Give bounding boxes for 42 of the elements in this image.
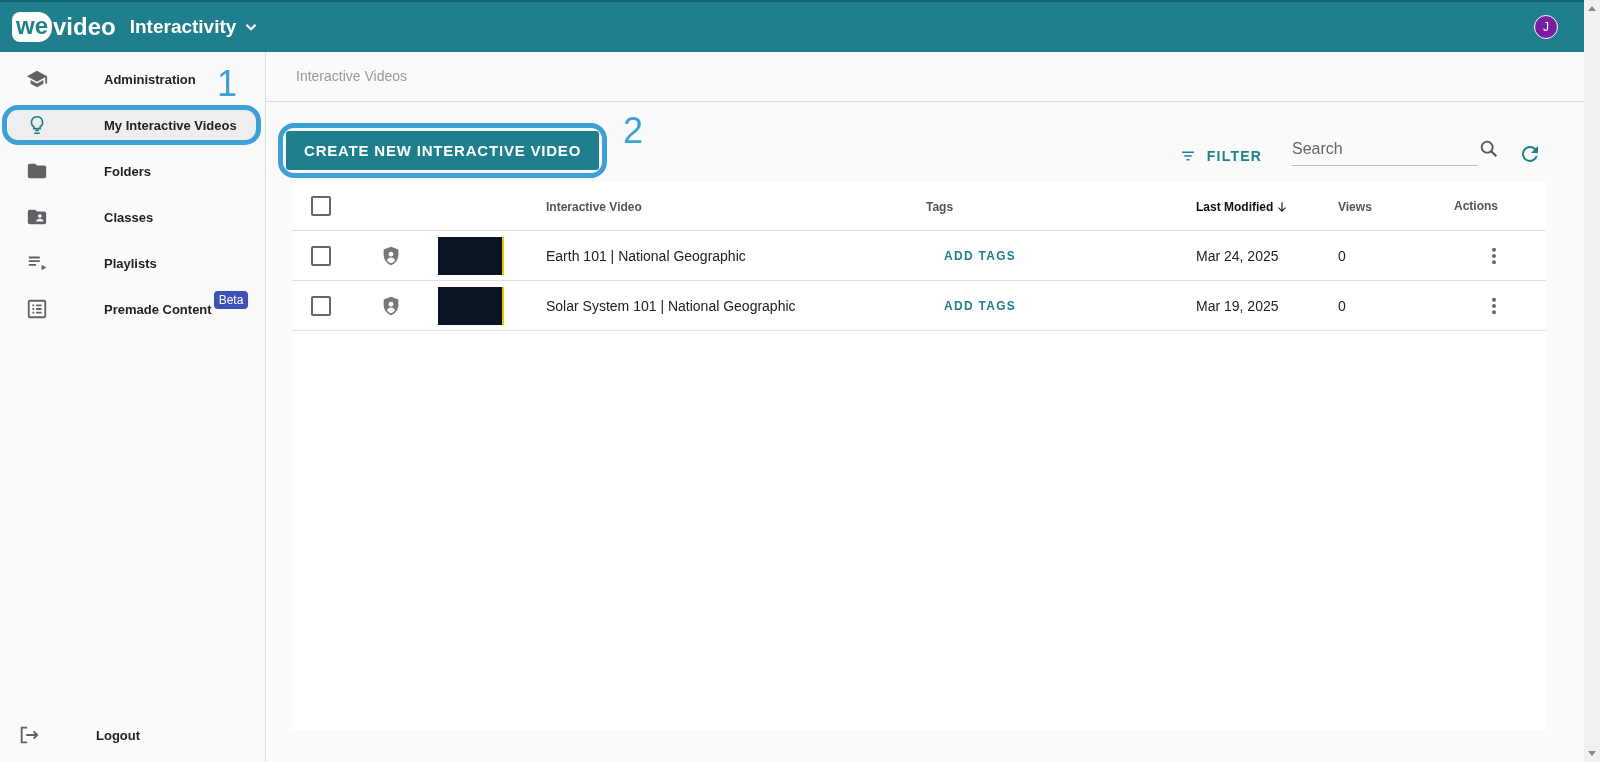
beta-badge: Beta <box>213 291 249 309</box>
video-title[interactable]: Earth 101 | National Geographic <box>546 247 746 264</box>
user-avatar[interactable]: J <box>1534 15 1558 39</box>
callout-number: 2 <box>623 113 644 149</box>
filter-button[interactable]: FILTER <box>1172 146 1268 166</box>
nav-item[interactable]: Classes <box>8 198 162 236</box>
row-checkbox[interactable] <box>311 245 331 266</box>
column-header[interactable]: Views <box>1338 200 1372 214</box>
video-title[interactable]: Solar System 101 | National Geographic <box>546 297 796 314</box>
logout-icon <box>18 724 40 746</box>
modified-date: Mar 19, 2025 <box>1196 297 1279 314</box>
search-icon[interactable] <box>1478 138 1500 160</box>
select-all-checkbox[interactable] <box>311 196 331 216</box>
column-header[interactable]: Last Modified <box>1196 200 1290 214</box>
column-header[interactable]: Tags <box>926 200 954 214</box>
nav-item[interactable]: Premade Content Beta <box>8 290 257 328</box>
graduation-cap-icon <box>26 68 48 90</box>
add-tags-button[interactable]: ADD TAGS <box>940 294 1021 317</box>
nav-item[interactable]: Administration <box>8 60 204 98</box>
list-icon <box>26 298 48 320</box>
add-tags-button[interactable]: ADD TAGS <box>940 244 1021 267</box>
scrollbar[interactable] <box>1584 0 1600 762</box>
logout-item[interactable]: Logout <box>0 716 149 754</box>
column-header[interactable]: Actions <box>1454 199 1498 213</box>
more-options-icon[interactable] <box>1491 296 1497 315</box>
nav-item[interactable]: Folders <box>8 152 159 190</box>
search-field[interactable]: Search <box>1292 132 1478 166</box>
wevideo-logo[interactable]: we video <box>12 12 116 42</box>
create-video-button[interactable]: CREATE NEW INTERACTIVE VIDEO <box>286 131 600 170</box>
app-switcher[interactable]: Interactivity <box>129 16 261 38</box>
video-thumbnail[interactable] <box>438 286 504 325</box>
scroll-down-icon[interactable] <box>1587 748 1597 758</box>
column-header[interactable]: Interactive Video <box>546 200 642 214</box>
callout-number: 1 <box>216 66 237 102</box>
more-options-icon[interactable] <box>1491 246 1497 265</box>
scroll-up-icon[interactable] <box>1587 4 1597 14</box>
row-checkbox[interactable] <box>311 295 331 316</box>
view-count: 0 <box>1338 247 1346 264</box>
view-count: 0 <box>1338 297 1346 314</box>
nav-item[interactable]: Playlists <box>8 244 165 282</box>
modified-date: Mar 24, 2025 <box>1196 247 1279 264</box>
video-thumbnail[interactable] <box>438 236 504 275</box>
